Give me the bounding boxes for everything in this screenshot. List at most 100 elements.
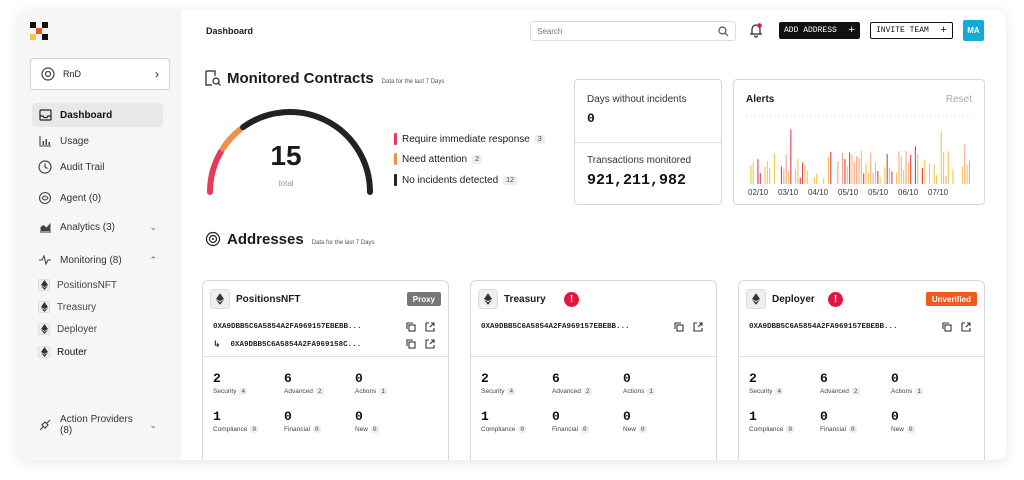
external-link-icon[interactable] — [425, 339, 435, 349]
metric-value: 0 — [355, 371, 363, 386]
metric-label: Security — [481, 388, 505, 395]
address-card-treasury[interactable]: Treasury ! 0XA9DBB5C6A5854A2FA969157EBEB… — [470, 280, 717, 460]
metric-count: 0 — [849, 426, 857, 433]
alert-bar — [903, 170, 905, 184]
metric-label: New — [623, 426, 637, 433]
total-contracts: 15 — [270, 140, 302, 171]
metric-value: 6 — [284, 371, 292, 386]
metric-value: 1 — [213, 409, 221, 424]
alert-bar — [799, 177, 801, 184]
address-text: 0XA9DBB5C6A5854A2FA969158C... — [230, 341, 362, 349]
monitoring-item-label: Treasury — [57, 301, 97, 313]
metric-value: 1 — [749, 409, 757, 424]
alert-bar — [830, 151, 832, 184]
org-icon — [41, 67, 55, 81]
copy-icon[interactable] — [406, 339, 416, 349]
divider — [575, 142, 721, 143]
search-icon[interactable] — [718, 25, 729, 37]
copy-icon[interactable] — [406, 322, 416, 332]
search-bar[interactable] — [530, 21, 736, 41]
address-card-positionsnft[interactable]: PositionsNFT Proxy 0XA9DBB5C6A5854A2FA96… — [202, 280, 449, 460]
alert-bar — [936, 175, 938, 184]
alert-bar — [823, 177, 825, 184]
search-input[interactable] — [537, 26, 718, 36]
external-link-icon[interactable] — [693, 322, 703, 332]
metric-value: 2 — [749, 371, 757, 386]
external-link-icon[interactable] — [961, 322, 971, 332]
copy-icon[interactable] — [942, 322, 952, 332]
bell-icon[interactable] — [748, 22, 764, 38]
monitoring-item-treasury[interactable]: Treasury — [38, 298, 163, 316]
metric-value: 2 — [481, 371, 489, 386]
avatar[interactable]: MA — [963, 20, 984, 41]
alerts-tick-label: 02/10 — [748, 188, 769, 197]
alert-bar — [813, 177, 815, 184]
section-title: Addresses — [227, 231, 304, 248]
metric-advanced: 6 Advanced 2 — [284, 371, 324, 395]
days-without-incidents-label: Days without incidents — [587, 94, 687, 105]
alerts-tick-label: 06/10 — [898, 188, 919, 197]
org-switcher[interactable]: RnD › — [30, 58, 170, 90]
metric-financial: 0 Financial 0 — [284, 409, 321, 433]
metric-value: 0 — [623, 371, 631, 386]
section-subtitle: Data for the last 7 Days — [311, 240, 375, 246]
sidebar-item-monitoring[interactable]: Monitoring (8) ⌃ — [32, 248, 163, 272]
bar-chart-icon — [38, 134, 52, 148]
page-title: Dashboard — [206, 26, 254, 36]
address-name: PositionsNFT — [236, 294, 301, 305]
sidebar-item-label: Action Providers (8) — [60, 414, 133, 436]
addresses-header: Addresses Data for the last 7 Days — [227, 231, 374, 248]
contract-search-icon — [205, 70, 221, 86]
alert-bar — [910, 154, 912, 184]
alerts-chart: 02/10 03/10 04/10 05/10 05/10 06/10 07/10 — [746, 115, 974, 197]
transactions-monitored-label: Transactions monitored — [587, 155, 692, 166]
alert-bar — [924, 160, 926, 184]
monitoring-item-router[interactable]: Router — [38, 343, 163, 361]
monitoring-item-label: Deployer — [57, 323, 98, 335]
alert-bar — [842, 152, 844, 184]
ethereum-icon — [38, 346, 50, 358]
metric-label: Actions — [623, 388, 645, 395]
alert-bar — [853, 162, 855, 184]
invite-team-button[interactable]: INVITE TEAM + — [870, 22, 953, 39]
add-address-button[interactable]: ADD ADDRESS + — [779, 22, 860, 39]
monitoring-item-positionsnft[interactable]: PositionsNFT — [38, 276, 163, 294]
gauge-segment — [219, 126, 244, 152]
metric-count: 0 — [907, 426, 915, 433]
sidebar-item-usage[interactable]: Usage — [32, 129, 163, 153]
alerts-tick-label: 07/10 — [928, 188, 949, 197]
alerts-reset-button[interactable]: Reset — [946, 94, 972, 105]
sidebar-item-dashboard[interactable]: Dashboard — [32, 103, 163, 127]
sidebar-item-agent[interactable]: Agent (0) — [32, 186, 163, 210]
metric-security: 2 Security 4 — [481, 371, 516, 395]
metric-label: Security — [213, 388, 237, 395]
chevron-down-icon: ⌄ — [149, 419, 157, 430]
alert-bar — [884, 167, 886, 184]
brand-logo-icon[interactable] — [30, 22, 48, 40]
sidebar-item-label: Dashboard — [60, 109, 113, 121]
sidebar-item-audit-trail[interactable]: Audit Trail — [32, 155, 163, 179]
copy-icon[interactable] — [674, 322, 684, 332]
plus-icon: + — [940, 24, 947, 37]
sidebar-item-label: Audit Trail — [60, 161, 105, 173]
external-link-icon[interactable] — [425, 322, 435, 332]
plus-icon: + — [848, 24, 855, 37]
address-text: 0XA9DBB5C6A5854A2FA969157EBEBB... — [213, 323, 362, 331]
alert-bar — [896, 172, 898, 184]
alert-bar — [928, 163, 931, 184]
alert-bar — [795, 168, 797, 184]
sidebar-item-action-providers[interactable]: Action Providers (8) ⌄ — [32, 413, 163, 437]
monitoring-item-deployer[interactable]: Deployer — [38, 320, 163, 338]
metric-security: 2 Security 4 — [749, 371, 784, 395]
legend-swatch — [394, 174, 397, 186]
metric-value: 6 — [552, 371, 560, 386]
metric-label: Compliance — [213, 426, 248, 433]
address-card-deployer[interactable]: Deployer ! Unverified 0XA9DBB5C6A5854A2F… — [738, 280, 985, 460]
alert-bar — [773, 153, 775, 184]
legend-count: 2 — [472, 154, 482, 164]
alert-bar — [783, 168, 785, 184]
sidebar-item-analytics[interactable]: Analytics (3) ⌄ — [32, 215, 163, 239]
metric-advanced: 6 Advanced 2 — [552, 371, 592, 395]
alert-bar — [816, 173, 818, 184]
metric-value: 6 — [820, 371, 828, 386]
